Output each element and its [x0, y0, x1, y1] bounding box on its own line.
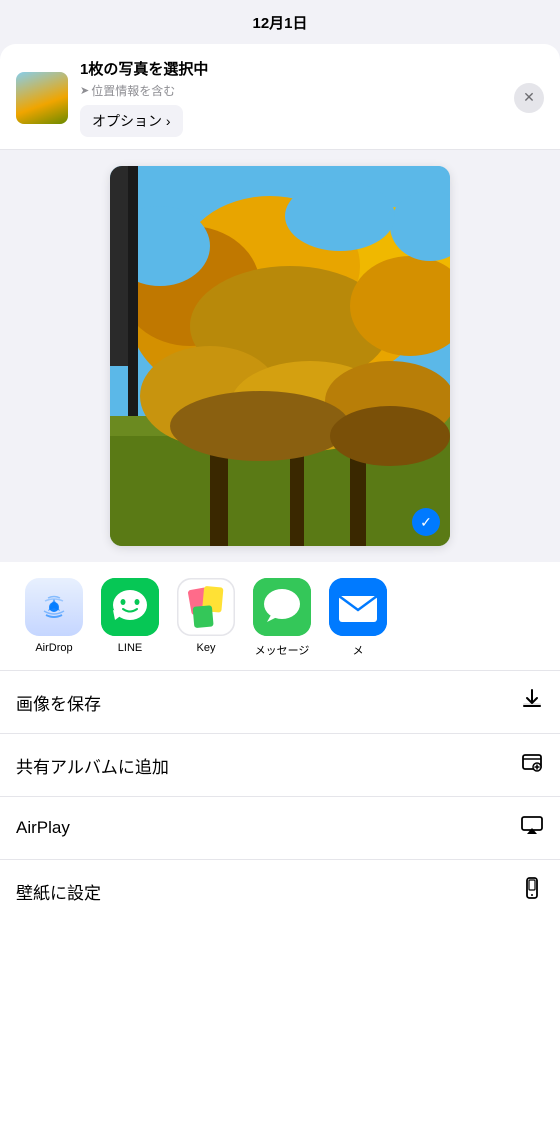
add-shared-album-label: 共有アルバムに追加	[16, 753, 169, 778]
action-airplay[interactable]: AirPlay	[0, 797, 560, 860]
thumbnail-image	[16, 72, 68, 124]
set-wallpaper-label: 壁紙に設定	[16, 879, 101, 904]
apps-row: AirDrop LINE	[0, 578, 560, 658]
key-label: Key	[197, 642, 216, 654]
line-svg	[101, 578, 159, 636]
shared-album-icon-svg	[520, 750, 544, 774]
preview-image-svg	[110, 166, 450, 546]
app-item-line[interactable]: LINE	[92, 578, 168, 658]
line-icon	[101, 578, 159, 636]
options-button[interactable]: オプション ›	[80, 105, 183, 137]
close-button[interactable]: ✕	[514, 83, 544, 113]
actions-section: 画像を保存 共有アルバムに追加 AirPlay	[0, 671, 560, 922]
app-item-key[interactable]: Key	[168, 578, 244, 658]
share-thumbnail	[16, 72, 68, 124]
share-header-info: 1枚の写真を選択中 ➤ 位置情報を含む オプション ›	[80, 58, 514, 137]
airdrop-svg	[38, 591, 70, 623]
key-svg	[178, 578, 234, 636]
apps-section: AirDrop LINE	[0, 562, 560, 671]
save-icon-svg	[520, 687, 544, 711]
save-image-icon	[520, 687, 544, 717]
share-sheet: 1枚の写真を選択中 ➤ 位置情報を含む オプション › ✕	[0, 44, 560, 1126]
airdrop-label: AirDrop	[35, 642, 72, 654]
options-label: オプション ›	[92, 111, 171, 131]
airdrop-icon	[25, 578, 83, 636]
action-set-wallpaper[interactable]: 壁紙に設定	[0, 860, 560, 922]
share-header: 1枚の写真を選択中 ➤ 位置情報を含む オプション › ✕	[0, 44, 560, 150]
share-location-text: 位置情報を含む	[91, 82, 175, 99]
checkmark-badge: ✓	[412, 508, 440, 536]
mail-icon	[329, 578, 387, 636]
app-item-messages[interactable]: メッセージ	[244, 578, 320, 658]
save-image-label: 画像を保存	[16, 690, 101, 715]
mail-svg	[329, 578, 387, 636]
set-wallpaper-icon	[520, 876, 544, 906]
location-icon: ➤	[80, 84, 89, 97]
messages-svg	[253, 578, 311, 636]
airplay-icon	[520, 813, 544, 843]
share-title: 1枚の写真を選択中	[80, 58, 514, 79]
action-add-shared-album[interactable]: 共有アルバムに追加	[0, 734, 560, 797]
status-bar: 12月1日	[0, 0, 560, 44]
line-label: LINE	[118, 642, 142, 654]
airplay-label: AirPlay	[16, 818, 70, 838]
app-item-airdrop[interactable]: AirDrop	[16, 578, 92, 658]
app-item-mail[interactable]: メ	[320, 578, 396, 658]
close-icon: ✕	[523, 89, 535, 106]
preview-image-wrap: ✓	[110, 166, 450, 546]
add-shared-album-icon	[520, 750, 544, 780]
airplay-icon-svg	[520, 813, 544, 837]
wallpaper-icon-svg	[520, 876, 544, 900]
mail-label: メ	[353, 642, 364, 658]
messages-icon	[253, 578, 311, 636]
messages-label: メッセージ	[255, 642, 310, 658]
preview-section: ✓	[0, 150, 560, 562]
key-icon	[177, 578, 235, 636]
status-date: 12月1日	[252, 12, 307, 33]
share-location-row: ➤ 位置情報を含む	[80, 82, 514, 99]
action-save-image[interactable]: 画像を保存	[0, 671, 560, 734]
